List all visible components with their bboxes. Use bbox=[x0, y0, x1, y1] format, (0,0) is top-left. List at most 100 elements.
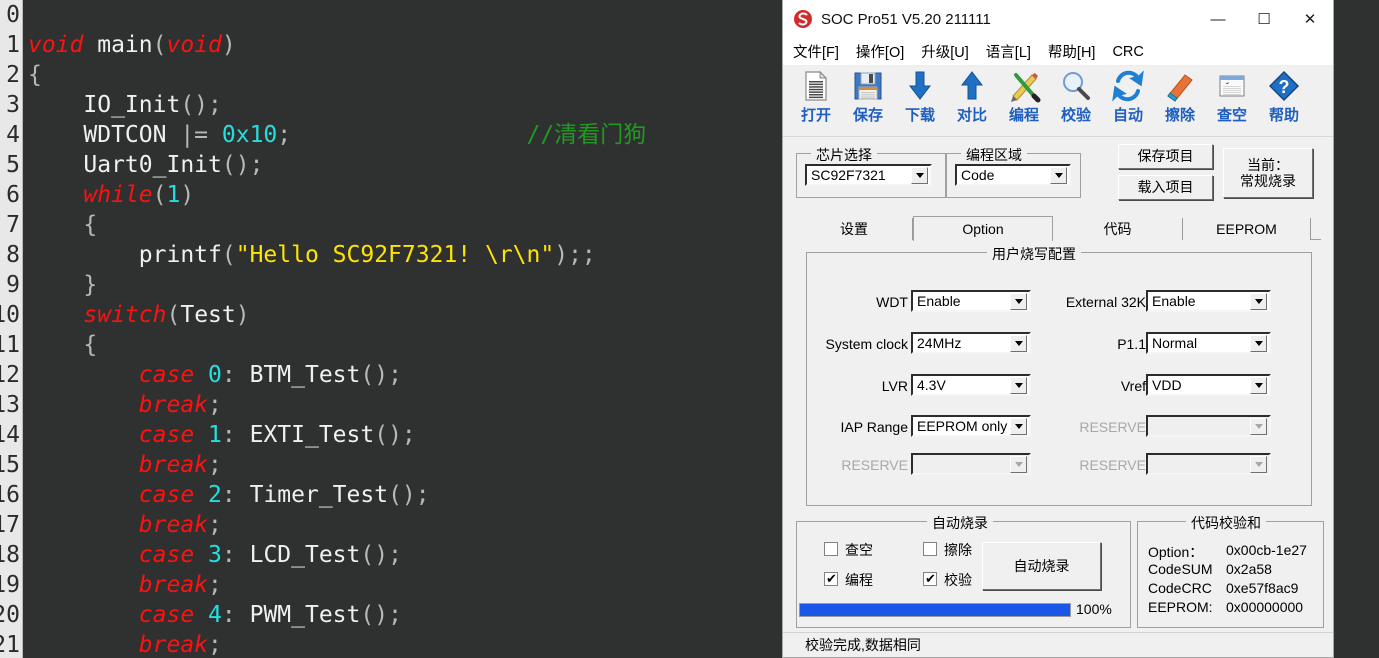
line-number: 18 bbox=[0, 542, 20, 568]
checkbox-label-擦除[interactable]: 擦除 bbox=[944, 540, 972, 560]
tab-EEPROM[interactable]: EEPROM bbox=[1183, 218, 1311, 240]
program-area-combo[interactable]: Code bbox=[955, 164, 1071, 186]
combo-LVR[interactable]: 4.3V bbox=[911, 374, 1031, 396]
chip-select-combo[interactable]: SC92F7321 bbox=[805, 164, 932, 186]
menu-help[interactable]: 帮助[H] bbox=[1046, 39, 1098, 64]
code-token: } bbox=[28, 272, 98, 298]
code-token: 2 bbox=[208, 482, 222, 508]
checkbox-label-编程[interactable]: 编程 bbox=[845, 570, 873, 590]
auto-burn-group-title: 自动烧录 bbox=[927, 513, 993, 533]
toolbar-button-arrow-down[interactable]: 下载 bbox=[894, 69, 946, 125]
chevron-down-icon[interactable] bbox=[1010, 376, 1027, 394]
menu-operation[interactable]: 操作[O] bbox=[854, 39, 906, 64]
minimize-button[interactable]: — bbox=[1195, 0, 1241, 38]
checksum-label: Option： bbox=[1148, 544, 1204, 560]
tab-代码[interactable]: 代码 bbox=[1053, 218, 1183, 240]
field-label-RESERVE: RESERVE bbox=[841, 457, 908, 473]
code-token: ; bbox=[208, 392, 222, 418]
combo-WDT[interactable]: Enable bbox=[911, 290, 1031, 312]
checkbox-编程[interactable]: ✔ bbox=[824, 572, 838, 586]
checksum-value: 0x00000000 bbox=[1226, 599, 1304, 615]
chevron-down-icon[interactable] bbox=[1250, 376, 1267, 394]
line-number: 10 bbox=[0, 302, 20, 328]
current-mode-button[interactable]: 当前： 常规烧录 bbox=[1223, 148, 1313, 198]
field-label-LVR: LVR bbox=[881, 378, 908, 394]
checksum-label: CodeSUM bbox=[1148, 561, 1213, 577]
code-token: WDTCON bbox=[28, 122, 181, 148]
checkbox-label-校验[interactable]: 校验 bbox=[944, 570, 972, 590]
menu-upgrade[interactable]: 升级[U] bbox=[919, 39, 971, 64]
combo-System-clock[interactable]: 24MHz bbox=[911, 332, 1031, 354]
line-number: 16 bbox=[0, 482, 20, 508]
combo-Vref[interactable]: VDD bbox=[1146, 374, 1271, 396]
code-token: );; bbox=[554, 242, 596, 268]
checksum-value: 0x2a58 bbox=[1226, 561, 1272, 577]
toolbar-button-eraser[interactable]: 擦除 bbox=[1154, 69, 1206, 125]
toolbar-button-question-diamond[interactable]: ? 帮助 bbox=[1258, 69, 1310, 125]
field-label-RESERVE: RESERVE bbox=[1079, 419, 1146, 435]
code-token: { bbox=[28, 212, 98, 238]
chevron-down-icon[interactable] bbox=[1010, 292, 1027, 310]
toolbar-button-refresh-cycle[interactable]: 自动 bbox=[1102, 69, 1154, 125]
tab-设置[interactable]: 设置 bbox=[796, 218, 913, 240]
progress-percent-label: 100% bbox=[1076, 601, 1112, 617]
toolbar-button-arrow-up[interactable]: 对比 bbox=[946, 69, 998, 125]
svg-text:?: ? bbox=[1279, 77, 1290, 97]
chevron-down-icon[interactable] bbox=[911, 166, 928, 184]
menubar[interactable]: 文件[F] 操作[O] 升级[U] 语言[L] 帮助[H] CRC bbox=[783, 38, 1333, 66]
toolbar-button-blank-check-window[interactable]: 查空 bbox=[1206, 69, 1258, 125]
save-project-button[interactable]: 保存项目 bbox=[1118, 144, 1213, 169]
code-token: : bbox=[221, 362, 236, 388]
combo-External-32K[interactable]: Enable bbox=[1146, 290, 1271, 312]
code-token: ( bbox=[166, 302, 181, 328]
eraser-icon bbox=[1163, 69, 1197, 103]
chevron-down-icon[interactable] bbox=[1010, 334, 1027, 352]
chevron-down-icon[interactable] bbox=[1250, 292, 1267, 310]
tab-strip[interactable]: 设置 Option 代码 EEPROM bbox=[796, 216, 1321, 241]
code-token: void bbox=[28, 32, 84, 58]
code-token: case bbox=[138, 482, 209, 508]
toolbar-button-document-open[interactable]: 打开 bbox=[790, 69, 842, 125]
checkbox-校验[interactable]: ✔ bbox=[923, 572, 937, 586]
code-token: 0 bbox=[208, 362, 222, 388]
code-token: (); bbox=[388, 482, 430, 508]
tab-Option[interactable]: Option bbox=[913, 216, 1053, 241]
checkbox-擦除[interactable] bbox=[923, 542, 937, 556]
chevron-down-icon[interactable] bbox=[1250, 334, 1267, 352]
toolbar-button-pencil-brush[interactable]: 编程 bbox=[998, 69, 1050, 125]
field-label-External-32K: External 32K bbox=[1065, 294, 1146, 310]
line-number: 6 bbox=[6, 182, 20, 208]
toolbar-button-label: 保存 bbox=[852, 106, 883, 124]
close-button[interactable]: ✕ bbox=[1287, 0, 1333, 38]
checksum-label: EEPROM: bbox=[1148, 599, 1213, 615]
toolbar-button-magnifier[interactable]: 校验 bbox=[1050, 69, 1102, 125]
chevron-down-icon[interactable] bbox=[1050, 166, 1067, 184]
combo-P1-1[interactable]: Normal bbox=[1146, 332, 1271, 354]
maximize-button[interactable]: ☐ bbox=[1241, 0, 1287, 38]
code-token: "Hello SC92F7321! \r\n" bbox=[235, 242, 555, 268]
menu-crc[interactable]: CRC bbox=[1110, 42, 1145, 62]
code-token: main bbox=[83, 32, 153, 58]
code-token: Uart0_Init bbox=[28, 152, 222, 178]
chevron-down-icon[interactable] bbox=[1010, 417, 1027, 435]
toolbar-button-floppy-save[interactable]: 保存 bbox=[842, 69, 894, 125]
window-titlebar[interactable]: SOC Pro51 V5.20 211111 — ☐ ✕ bbox=[783, 0, 1333, 38]
checkbox-label-查空[interactable]: 查空 bbox=[845, 540, 873, 560]
code-token: EXTI_Test bbox=[235, 422, 375, 448]
toolbar[interactable]: 打开 保存 下载 对比 编程 校验 自动 擦除 查空? 帮助 bbox=[783, 66, 1333, 137]
auto-burn-button[interactable]: 自动烧录 bbox=[982, 542, 1101, 590]
menu-language[interactable]: 语言[L] bbox=[984, 39, 1033, 64]
code-token: Timer_Test bbox=[235, 482, 389, 508]
load-project-button[interactable]: 载入项目 bbox=[1118, 175, 1213, 200]
menu-file[interactable]: 文件[F] bbox=[791, 39, 841, 64]
checkbox-查空[interactable] bbox=[824, 542, 838, 556]
chip-select-value: SC92F7321 bbox=[811, 167, 886, 183]
combo-IAP-Range[interactable]: EEPROM only bbox=[911, 415, 1031, 437]
